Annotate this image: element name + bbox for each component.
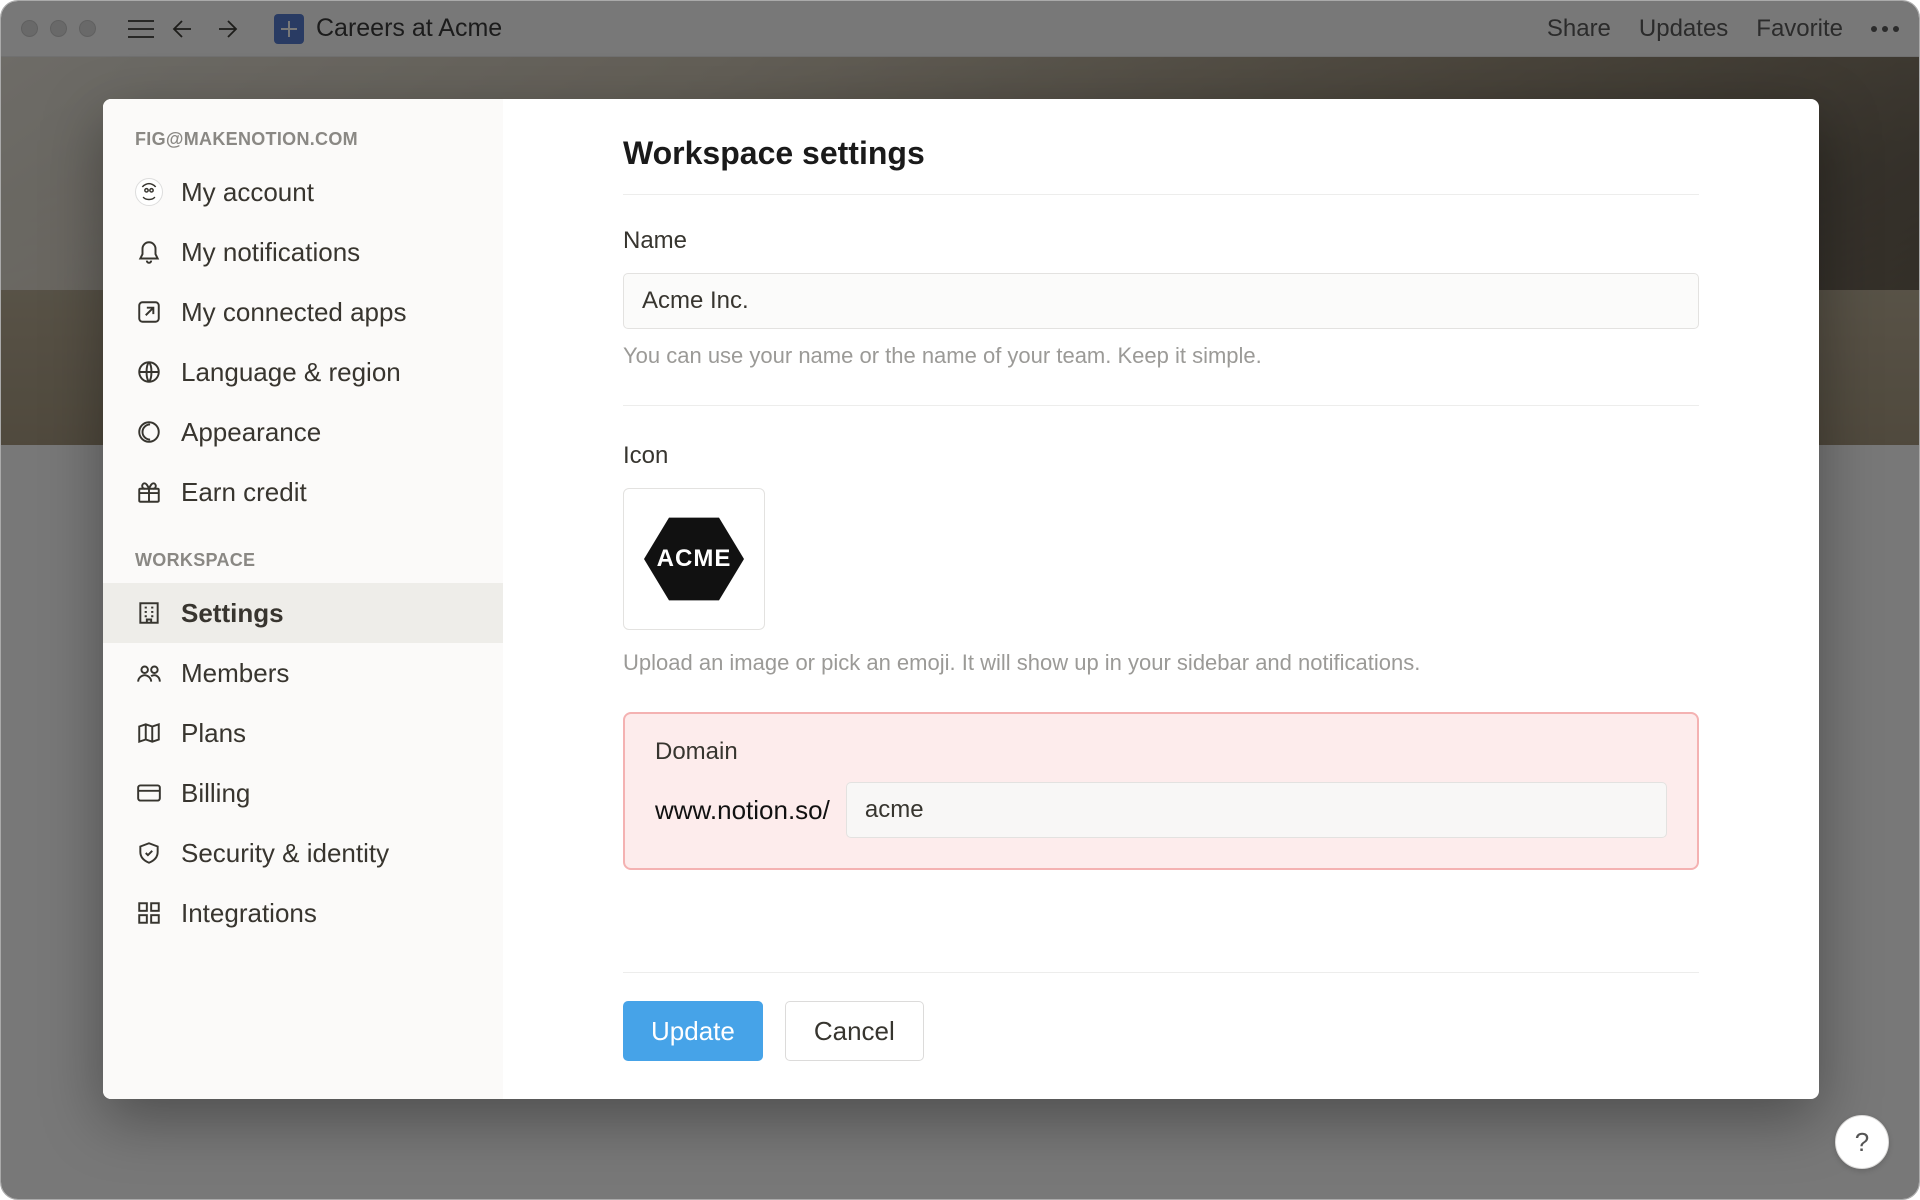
sidebar-item-my-account[interactable]: My account	[103, 162, 503, 222]
sidebar-item-label: My account	[181, 177, 314, 208]
app-window: Careers at Acme Share Updates Favorite O…	[0, 0, 1920, 1200]
sidebar-item-label: My connected apps	[181, 297, 406, 328]
shield-icon	[135, 839, 163, 867]
icon-label: Icon	[623, 442, 1699, 470]
map-icon	[135, 719, 163, 747]
sidebar-item-billing[interactable]: Billing	[103, 763, 503, 823]
grid-icon	[135, 899, 163, 927]
building-icon	[135, 599, 163, 627]
sidebar-item-notifications[interactable]: My notifications	[103, 222, 503, 282]
panel-footer: Update Cancel	[623, 972, 1699, 1099]
divider	[623, 405, 1699, 406]
sidebar-item-label: Plans	[181, 718, 246, 749]
sidebar-item-integrations[interactable]: Integrations	[103, 883, 503, 943]
members-icon	[135, 659, 163, 687]
sidebar-item-label: Security & identity	[181, 838, 389, 869]
bell-icon	[135, 238, 163, 266]
sidebar-item-appearance[interactable]: Appearance	[103, 402, 503, 462]
external-link-icon	[135, 298, 163, 326]
icon-uploader[interactable]: ACME	[623, 488, 765, 630]
sidebar-item-label: My notifications	[181, 237, 360, 268]
divider	[623, 194, 1699, 195]
sidebar-item-label: Earn credit	[181, 477, 307, 508]
cancel-button[interactable]: Cancel	[785, 1001, 924, 1061]
sidebar-item-label: Members	[181, 658, 289, 689]
domain-prefix: www.notion.so/	[655, 795, 830, 826]
domain-input[interactable]	[846, 782, 1667, 838]
panel-title: Workspace settings	[623, 135, 1699, 172]
name-label: Name	[623, 227, 1699, 255]
sidebar-item-label: Settings	[181, 598, 284, 629]
credit-card-icon	[135, 779, 163, 807]
settings-modal: FIG@MAKENOTION.COM My account My notific…	[103, 99, 1819, 1099]
sidebar-item-connected-apps[interactable]: My connected apps	[103, 282, 503, 342]
workspace-name-input[interactable]	[623, 273, 1699, 329]
update-button[interactable]: Update	[623, 1001, 763, 1061]
workspace-icon-text: ACME	[657, 545, 732, 573]
help-button[interactable]: ?	[1835, 1115, 1889, 1169]
sidebar-item-settings[interactable]: Settings	[103, 583, 503, 643]
settings-sidebar: FIG@MAKENOTION.COM My account My notific…	[103, 99, 503, 1099]
name-help: You can use your name or the name of you…	[623, 343, 1699, 369]
globe-icon	[135, 358, 163, 386]
sidebar-item-label: Appearance	[181, 417, 321, 448]
sidebar-item-members[interactable]: Members	[103, 643, 503, 703]
domain-highlight: Domain www.notion.so/	[623, 712, 1699, 870]
sidebar-item-plans[interactable]: Plans	[103, 703, 503, 763]
sidebar-item-security[interactable]: Security & identity	[103, 823, 503, 883]
sidebar-item-label: Integrations	[181, 898, 317, 929]
sidebar-item-earn-credit[interactable]: Earn credit	[103, 462, 503, 522]
workspace-icon: ACME	[644, 515, 744, 603]
moon-icon	[135, 418, 163, 446]
sidebar-item-label: Language & region	[181, 357, 401, 388]
gift-icon	[135, 478, 163, 506]
sidebar-user-header: FIG@MAKENOTION.COM	[103, 129, 503, 162]
avatar-icon	[135, 178, 163, 206]
domain-row: www.notion.so/	[655, 782, 1667, 838]
icon-help: Upload an image or pick an emoji. It wil…	[623, 650, 1699, 676]
domain-label: Domain	[655, 738, 1667, 766]
settings-panel: Workspace settings Name You can use your…	[503, 99, 1819, 1099]
sidebar-item-label: Billing	[181, 778, 250, 809]
sidebar-workspace-header: WORKSPACE	[103, 550, 503, 583]
sidebar-item-language-region[interactable]: Language & region	[103, 342, 503, 402]
